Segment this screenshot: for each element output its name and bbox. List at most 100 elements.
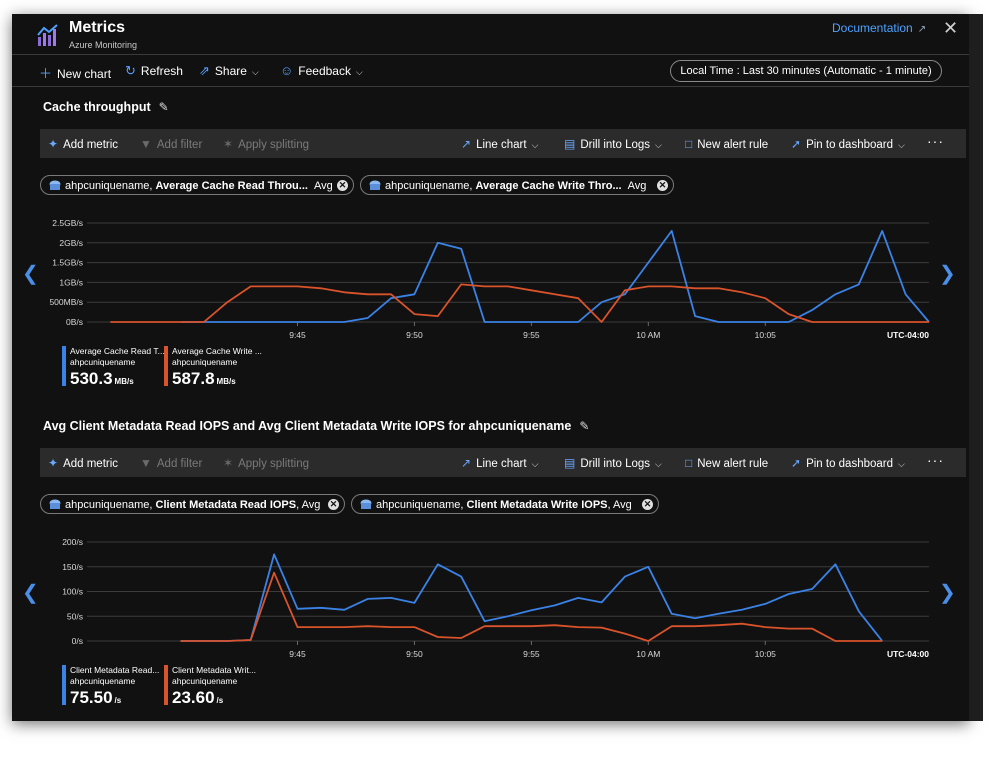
y-tick-label: 1GB/s [59, 277, 83, 287]
drill-into-logs-label: Drill into Logs [580, 139, 651, 151]
cache-resource-icon [369, 180, 381, 190]
metric-pill[interactable]: ahpcuniquename, Average Cache Write Thro… [360, 175, 674, 195]
pin-icon: ➚ [791, 137, 802, 151]
time-range-picker[interactable]: Local Time : Last 30 minutes (Automatic … [670, 60, 942, 82]
add-filter-button[interactable]: ▼ Add filter [140, 137, 202, 151]
apply-splitting-button[interactable]: ✶ Apply splitting [223, 137, 309, 151]
legend-value: 75.50/s [70, 688, 121, 708]
legend-resource: ahpcuniquename [70, 357, 136, 367]
drill-into-logs-dropdown[interactable]: ▤ Drill into Logs ⌵ [564, 456, 662, 470]
drill-into-logs-dropdown[interactable]: ▤ Drill into Logs ⌵ [564, 137, 662, 151]
x-tick-label: 10 AM [636, 330, 660, 340]
series-line [110, 283, 929, 323]
edit-title-pencil-icon[interactable]: ✎ [159, 100, 169, 114]
refresh-label: Refresh [140, 64, 183, 78]
edit-title-pencil-icon[interactable]: ✎ [579, 419, 589, 433]
new-chart-button[interactable]: ＋ New chart [39, 63, 111, 82]
splitting-icon: ✶ [223, 456, 234, 470]
remove-metric-icon[interactable]: ✕ [657, 180, 668, 191]
chart-title-text: Avg Client Metadata Read IOPS and Avg Cl… [43, 419, 572, 433]
line-chart: 0/s 50/s 100/s 150/s 200/s 9:45 9:50 9:55 10 AM 1… [62, 537, 929, 659]
metrics-chart-icon [37, 24, 58, 46]
x-tick-label: 9:45 [289, 649, 306, 659]
legend-color-bar [164, 346, 168, 386]
share-button[interactable]: ⇗ Share ⌵ [199, 63, 259, 79]
refresh-button[interactable]: ↻ Refresh [125, 63, 183, 79]
drill-into-logs-label: Drill into Logs [580, 458, 651, 470]
alert-icon: □ [685, 456, 693, 470]
pill-resource: ahpcuniquename, [376, 499, 467, 511]
legend-resource: ahpcuniquename [172, 357, 238, 367]
chart-toolbar: ✦ Add metric ▼ Add filter ✶ Apply splitting… [40, 129, 966, 158]
pin-icon: ➚ [791, 456, 802, 470]
x-tick-label: 9:45 [289, 330, 306, 340]
chevron-down-icon: ⌵ [655, 459, 662, 469]
y-tick-label: 1.5GB/s [52, 258, 83, 268]
x-tick-label: 9:50 [406, 330, 423, 340]
close-button[interactable]: ✕ [943, 18, 958, 39]
line-chart-label: Line chart [476, 139, 527, 151]
chevron-down-icon: ⌵ [355, 67, 363, 77]
pin-to-dashboard-label: Pin to dashboard [806, 139, 894, 151]
new-alert-rule-label: New alert rule [697, 458, 769, 470]
remove-metric-icon[interactable]: ✕ [337, 180, 348, 191]
pill-resource: ahpcuniquename, [385, 180, 476, 192]
chart-title: Avg Client Metadata Read IOPS and Avg Cl… [43, 419, 589, 433]
x-tick-label: 10 AM [636, 649, 660, 659]
pill-aggregation: Avg [627, 180, 647, 192]
documentation-link[interactable]: Documentation ↗ [832, 21, 926, 35]
feedback-button[interactable]: ☺ Feedback ⌵ [280, 63, 363, 78]
more-options-button[interactable]: ··· [927, 133, 944, 149]
pill-resource: ahpcuniquename, [65, 180, 156, 192]
metric-pill[interactable]: ahpcuniquename, Average Cache Read Throu… [40, 175, 354, 195]
legend-value-number: 530.3 [70, 369, 113, 388]
app-title: Metrics [69, 19, 126, 36]
pill-aggregation: Avg [313, 180, 333, 192]
chart-title: Cache throughput ✎ [43, 100, 169, 114]
logs-icon: ▤ [564, 456, 576, 470]
legend-name: Client Metadata Writ... [172, 665, 256, 675]
refresh-icon: ↻ [125, 63, 136, 78]
alert-icon: □ [685, 137, 693, 151]
filter-icon: ▼ [140, 137, 152, 151]
remove-metric-icon[interactable]: ✕ [328, 499, 339, 510]
logs-icon: ▤ [564, 137, 576, 151]
line-chart-dropdown[interactable]: ↗ Line chart ⌵ [461, 137, 538, 151]
new-alert-rule-button[interactable]: □ New alert rule [685, 137, 768, 151]
cache-resource-icon [49, 180, 61, 190]
pin-to-dashboard-dropdown[interactable]: ➚ Pin to dashboard ⌵ [791, 137, 905, 151]
line-chart-dropdown[interactable]: ↗ Line chart ⌵ [461, 456, 538, 470]
more-options-button[interactable]: ··· [927, 452, 944, 468]
y-tick-label: 2GB/s [59, 238, 83, 248]
x-tick-label: 9:50 [406, 649, 423, 659]
add-metric-label: Add metric [63, 139, 119, 151]
add-filter-button[interactable]: ▼ Add filter [140, 456, 202, 470]
metric-pill[interactable]: ahpcuniquename, Client Metadata Write IO… [351, 494, 659, 514]
new-chart-label: New chart [57, 67, 112, 81]
legend-resource: ahpcuniquename [70, 676, 136, 686]
timezone-label: UTC-04:00 [887, 649, 929, 659]
y-tick-label: 500MB/s [49, 297, 83, 307]
add-metric-button[interactable]: ✦ Add metric [48, 137, 118, 151]
legend-value-number: 75.50 [70, 688, 113, 707]
background-window-edge [969, 14, 983, 721]
add-metric-button[interactable]: ✦ Add metric [48, 456, 118, 470]
legend-value: 587.8 MB/s [172, 369, 236, 389]
chevron-down-icon: ⌵ [531, 459, 539, 469]
y-tick-label: 100/s [62, 587, 83, 597]
chart-toolbar: ✦ Add metric ▼ Add filter ✶ Apply splitting… [40, 448, 966, 477]
series-line [180, 229, 930, 323]
apply-splitting-button[interactable]: ✶ Apply splitting [223, 456, 309, 470]
remove-metric-icon[interactable]: ✕ [642, 499, 653, 510]
line-chart-icon: ↗ [461, 456, 472, 470]
documentation-link-label: Documentation [832, 21, 913, 35]
legend-value: 23.60/s [172, 688, 223, 708]
metric-pill[interactable]: ahpcuniquename, Client Metadata Read IOP… [40, 494, 345, 514]
chevron-down-icon: ⌵ [655, 140, 662, 150]
y-tick-label: 50/s [67, 611, 83, 621]
new-alert-rule-button[interactable]: □ New alert rule [685, 456, 768, 470]
legend-value-number: 587.8 [172, 369, 215, 388]
pin-to-dashboard-dropdown[interactable]: ➚ Pin to dashboard ⌵ [791, 456, 905, 470]
chevron-down-icon: ⌵ [251, 67, 259, 77]
y-tick-label: 200/s [62, 537, 83, 547]
